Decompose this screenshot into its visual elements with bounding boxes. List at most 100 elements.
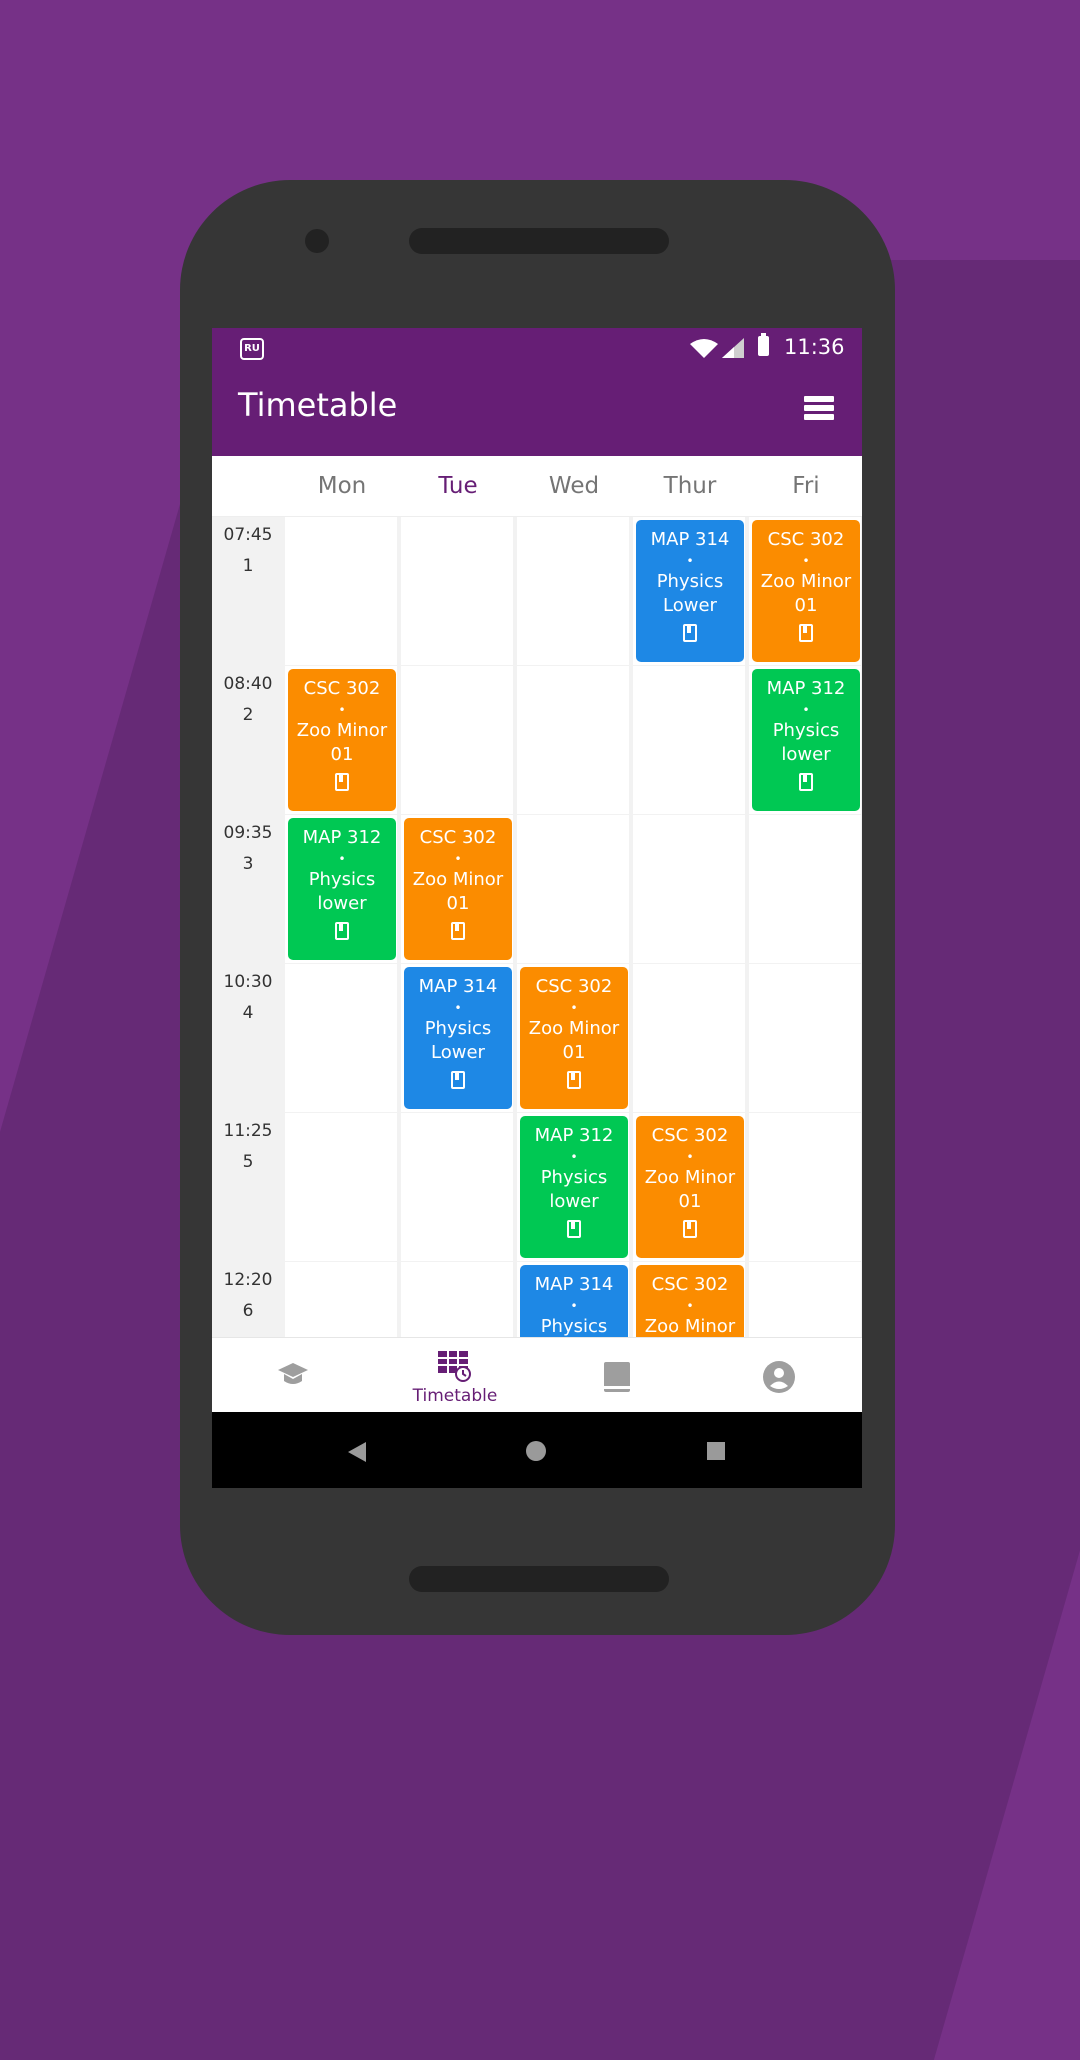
bookmark-icon: [683, 1220, 697, 1238]
separator-dot: •: [338, 852, 346, 866]
day-header-thur: Thur: [663, 473, 717, 499]
period-label: 09:35 3: [212, 815, 284, 963]
separator-dot: •: [570, 1001, 578, 1015]
separator-dot: •: [686, 554, 694, 568]
period-start-time: 12:20: [223, 1270, 273, 1290]
period-start-time: 07:45: [223, 525, 273, 545]
lesson-code: CSC 302: [419, 827, 497, 848]
period-number: 5: [242, 1152, 254, 1172]
timetable-cell[interactable]: [517, 666, 629, 814]
period-label: 08:40 2: [212, 666, 284, 814]
lesson-code: CSC 302: [535, 976, 613, 997]
lesson-card[interactable]: CSC 302 • Zoo Minor 01: [404, 818, 512, 960]
lesson-code: MAP 312: [534, 1125, 614, 1146]
timetable-cell[interactable]: [633, 815, 745, 963]
timetable-cell[interactable]: [749, 964, 861, 1112]
timetable-cell[interactable]: [517, 815, 629, 963]
bookmark-icon: [567, 1071, 581, 1089]
graduation-cap-icon: [212, 1360, 374, 1392]
day-header-tue: Tue: [438, 473, 478, 499]
status-time: 11:36: [784, 335, 845, 359]
lesson-name: Zoo Minor 01: [412, 869, 504, 914]
lesson-card[interactable]: MAP 314 • Physics Lower: [636, 520, 744, 662]
lesson-card[interactable]: CSC 302 • Zoo Minor 01: [752, 520, 860, 662]
lesson-name: Physics lower: [540, 1167, 608, 1212]
timetable-cell[interactable]: [401, 517, 513, 665]
period-label: 11:25 5: [212, 1113, 284, 1261]
home-icon[interactable]: [526, 1441, 546, 1461]
bookmark-icon: [451, 922, 465, 940]
bookmark-icon: [567, 1220, 581, 1238]
bookmark-icon: [335, 773, 349, 791]
lesson-card[interactable]: CSC 302 • Zoo Minor 01: [636, 1116, 744, 1258]
period-number: 2: [242, 705, 254, 725]
lesson-card[interactable]: MAP 314 • Physics Lower: [404, 967, 512, 1109]
bookmark-icon: [799, 773, 813, 791]
day-header-mon: Mon: [317, 473, 367, 499]
app-notification-icon: RU: [240, 338, 264, 360]
lesson-card[interactable]: MAP 312 • Physics lower: [520, 1116, 628, 1258]
bookmark-icon: [683, 624, 697, 642]
lesson-code: CSC 302: [767, 529, 845, 550]
screen: RU 11:36 Timetable Mon Tue Wed Thur Fri 07:4…: [212, 328, 862, 1488]
lesson-code: CSC 302: [651, 1125, 729, 1146]
day-header: Mon Tue Wed Thur Fri: [212, 456, 862, 517]
period-number: 4: [242, 1003, 254, 1023]
lesson-name: Zoo Minor 01: [760, 571, 852, 616]
separator-dot: •: [570, 1150, 578, 1164]
timetable-cell[interactable]: [401, 666, 513, 814]
battery-icon: [758, 333, 769, 356]
timetable-cell[interactable]: [285, 964, 397, 1112]
camera: [305, 229, 329, 253]
bottom-speaker: [409, 1566, 669, 1592]
status-bar: RU 11:36: [212, 328, 862, 368]
timetable-cell[interactable]: [633, 964, 745, 1112]
lesson-card[interactable]: MAP 312 • Physics lower: [288, 818, 396, 960]
bookmark-icon: [799, 624, 813, 642]
lesson-name: Zoo Minor 01: [528, 1018, 620, 1063]
recents-icon[interactable]: [707, 1442, 725, 1460]
timetable-cell[interactable]: [401, 1113, 513, 1261]
period-label: 10:30 4: [212, 964, 284, 1112]
timetable-cell[interactable]: [285, 1113, 397, 1261]
period-start-time: 11:25: [223, 1121, 273, 1141]
timetable-cell[interactable]: [749, 1113, 861, 1261]
day-header-wed: Wed: [548, 473, 600, 499]
page-title: Timetable: [238, 386, 398, 424]
period-start-time: 10:30: [223, 972, 273, 992]
lesson-code: MAP 314: [418, 976, 498, 997]
lesson-code: MAP 312: [302, 827, 382, 848]
bottom-nav-label: Timetable: [412, 1386, 498, 1406]
app-bar: RU 11:36 Timetable: [212, 328, 862, 456]
separator-dot: •: [454, 852, 462, 866]
lesson-name: Physics Lower: [656, 571, 724, 616]
period-start-time: 09:35: [223, 823, 273, 843]
period-number: 6: [242, 1301, 254, 1321]
separator-dot: •: [454, 1001, 462, 1015]
lesson-card[interactable]: CSC 302 • Zoo Minor 01: [520, 967, 628, 1109]
back-icon[interactable]: [348, 1442, 366, 1462]
timetable-cell[interactable]: [633, 666, 745, 814]
lesson-name: Zoo Minor 01: [644, 1167, 736, 1212]
lesson-card[interactable]: MAP 312 • Physics lower: [752, 669, 860, 811]
account-icon: [698, 1360, 860, 1398]
lesson-name: Physics lower: [772, 720, 840, 765]
bookmark-icon: [335, 922, 349, 940]
bookmark-icon: [451, 1071, 465, 1089]
lesson-code: MAP 312: [766, 678, 846, 699]
view-toggle-icon[interactable]: [804, 396, 834, 424]
lesson-name: Zoo Minor 01: [296, 720, 388, 765]
system-navigation-bar: [212, 1412, 862, 1488]
separator-dot: •: [802, 703, 810, 717]
day-header-fri: Fri: [792, 473, 820, 499]
timetable-icon: [374, 1350, 536, 1386]
separator-dot: •: [570, 1299, 578, 1313]
timetable-cell[interactable]: [517, 517, 629, 665]
period-label: 07:45 1: [212, 517, 284, 665]
timetable-cell[interactable]: [749, 815, 861, 963]
timetable-cell[interactable]: [285, 517, 397, 665]
separator-dot: •: [686, 1299, 694, 1313]
period-number: 3: [242, 854, 254, 874]
separator-dot: •: [686, 1150, 694, 1164]
lesson-card[interactable]: CSC 302 • Zoo Minor 01: [288, 669, 396, 811]
